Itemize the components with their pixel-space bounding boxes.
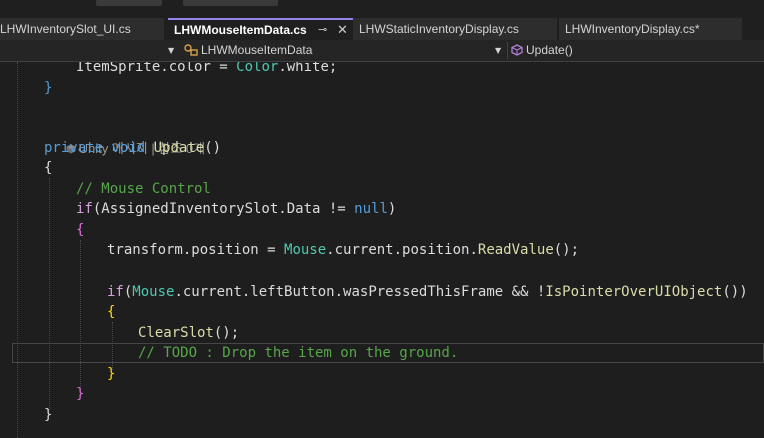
close-icon[interactable]: ✕ [337, 20, 348, 40]
code-line: if(Mouse.current.leftButton.wasPressedTh… [107, 284, 748, 300]
method-icon [511, 44, 523, 56]
tab-lhw-mouse-item-data[interactable]: LHWMouseItemData.cs ⊸ ✕ [168, 18, 353, 40]
indent-guide [49, 178, 50, 410]
codelens-hint[interactable]: Unity 메시지 | 참조 0개 [44, 119, 205, 156]
indent-guide [17, 62, 18, 438]
tab-label: LHWInventoryDisplay.cs* [565, 22, 700, 36]
code-line: // Mouse Control [76, 181, 211, 197]
navigation-bar: ▼ LHWMouseItemData ▼ Update() [0, 40, 764, 62]
code-editor-window: LHWInventorySlot_UI.cs LHWMouseItemData.… [0, 0, 764, 438]
code-line: ClearSlot(); [138, 325, 240, 341]
code-line: { [76, 222, 85, 238]
tab-lhw-inventory-display[interactable]: LHWInventoryDisplay.cs* [559, 18, 742, 40]
code-line: ItemSprite.color = Color.white; [76, 62, 338, 75]
code-line: transform.position = Mouse.current.posit… [107, 242, 580, 258]
code-line: } [107, 366, 116, 382]
class-dropdown[interactable]: LHWMouseItemData [184, 40, 312, 61]
code-line: if(AssignedInventorySlot.Data != null) [76, 201, 397, 217]
code-line: } [44, 80, 53, 96]
code-line: { [107, 304, 116, 320]
code-line: } [76, 386, 85, 402]
tab-lhw-static-inventory-display[interactable]: LHWStaticInventoryDisplay.cs [353, 18, 557, 40]
pin-icon[interactable]: ⊸ [318, 20, 327, 40]
toolbar-combo[interactable] [183, 0, 278, 6]
code-line: { [44, 160, 53, 176]
tab-label: LHWMouseItemData.cs [174, 23, 307, 37]
toolbar-strip [0, 0, 764, 18]
tab-lhw-inventory-slot-ui[interactable]: LHWInventorySlot_UI.cs [0, 18, 164, 40]
indent-guide [80, 240, 81, 390]
chevron-down-icon[interactable]: ▼ [495, 40, 501, 61]
member-name: Update() [526, 43, 573, 57]
chevron-down-icon[interactable]: ▼ [168, 40, 174, 61]
code-area[interactable]: ItemSprite.color = Color.white; } Unity … [0, 62, 764, 438]
class-icon [184, 44, 198, 56]
class-name: LHWMouseItemData [201, 43, 313, 57]
code-line: } [44, 407, 53, 423]
code-line: private void Update() [44, 140, 222, 156]
tab-label: LHWInventorySlot_UI.cs [0, 22, 131, 36]
tab-label: LHWStaticInventoryDisplay.cs [359, 22, 519, 36]
document-tab-bar: LHWInventorySlot_UI.cs LHWMouseItemData.… [0, 18, 764, 40]
divider [507, 42, 508, 59]
code-line: // TODO : Drop the item on the ground. [138, 345, 459, 361]
toolbar-combo[interactable] [96, 0, 162, 6]
member-dropdown[interactable]: Update() [511, 40, 573, 61]
